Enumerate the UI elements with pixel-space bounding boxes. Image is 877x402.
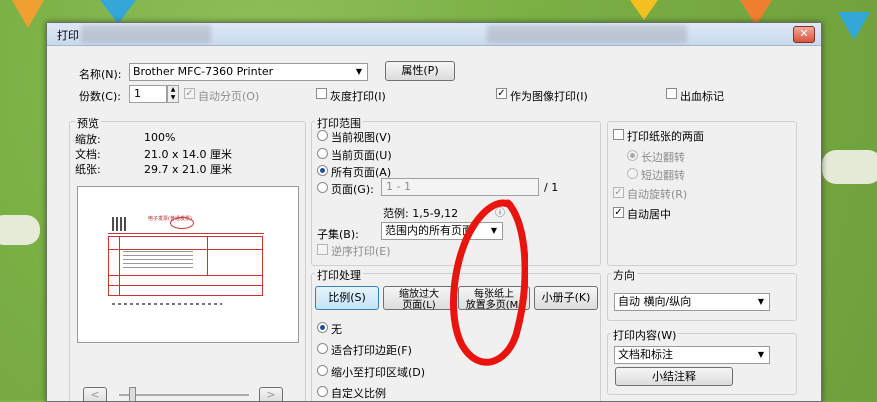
long-edge-radio[interactable] xyxy=(627,150,638,161)
document-size-label: 文档: xyxy=(75,148,101,161)
printer-name-label: 名称(N): xyxy=(79,68,122,81)
subset-label: 子集(B): xyxy=(317,228,359,241)
print-content-select-value: 文档和标注 xyxy=(618,348,673,361)
dialog-title: 打印 xyxy=(57,29,79,42)
invoice-footer-line xyxy=(112,303,222,305)
properties-button[interactable]: 属性(P) xyxy=(385,61,455,81)
pages-label: 页面(G): xyxy=(331,183,374,196)
bunting-flag xyxy=(12,0,44,28)
print-both-sides-label: 打印纸张的两面 xyxy=(627,130,704,143)
summarize-comments-button[interactable]: 小结注释 xyxy=(615,367,733,386)
document-size-value: 21.0 x 14.0 厘米 xyxy=(144,148,232,161)
collate-label: 自动分页(O) xyxy=(198,90,260,103)
print-dialog: 打印 ✕ 名称(N): Brother MFC-7360 Printer ▼ 属… xyxy=(46,22,822,402)
copies-input[interactable]: 1 xyxy=(129,85,167,103)
pages-total: / 1 xyxy=(544,181,559,194)
collate-checkbox[interactable]: ✓ xyxy=(184,88,195,99)
page-handling-title: 打印处理 xyxy=(315,267,363,283)
background-cloud xyxy=(0,215,40,245)
page-slider-track[interactable] xyxy=(119,394,249,396)
copies-value: 1 xyxy=(134,87,141,100)
print-as-image-label: 作为图像打印(I) xyxy=(510,90,588,103)
reverse-order-label: 逆序打印(E) xyxy=(331,245,391,258)
printer-select-value: Brother MFC-7360 Printer xyxy=(133,65,274,78)
invoice-header-line xyxy=(108,233,264,234)
bunting-flag xyxy=(630,0,658,20)
scale-none-label: 无 xyxy=(331,323,342,336)
page-preview: 电子发票(普通发票) xyxy=(77,186,299,343)
paper-size-label: 纸张: xyxy=(75,163,101,176)
pages-input[interactable]: 1 - 1 xyxy=(381,178,539,196)
orientation-select[interactable]: 自动 横向/纵向 ▼ xyxy=(614,293,770,311)
auto-center-checkbox[interactable]: ✓ xyxy=(613,207,624,218)
shrink-to-area-radio[interactable] xyxy=(317,365,328,376)
title-bar: 打印 ✕ xyxy=(47,23,821,46)
custom-scale-label: 自定义比例 xyxy=(331,387,386,400)
chevron-down-icon: ▼ xyxy=(757,350,765,359)
auto-center-label: 自动居中 xyxy=(627,208,671,221)
invoice-table xyxy=(108,236,263,296)
fit-margins-label: 适合打印边距(F) xyxy=(331,344,412,357)
print-content-select[interactable]: 文档和标注 ▼ xyxy=(614,346,770,364)
bunting-flag xyxy=(838,12,870,40)
printer-select[interactable]: Brother MFC-7360 Printer ▼ xyxy=(129,63,368,81)
tab-scale[interactable]: 比例(S) xyxy=(315,286,379,310)
title-blur xyxy=(487,25,687,43)
preview-title: 预览 xyxy=(75,115,101,131)
shrink-to-area-label: 缩小至打印区域(D) xyxy=(331,366,426,379)
bleed-marks-checkbox[interactable] xyxy=(666,88,677,99)
red-annotation-stroke xyxy=(450,199,528,366)
orientation-select-value: 自动 横向/纵向 xyxy=(618,295,692,308)
chevron-down-icon: ▼ xyxy=(757,297,765,306)
grayscale-label: 灰度打印(I) xyxy=(330,90,386,103)
title-blur xyxy=(81,25,211,43)
current-page-label: 当前页面(U) xyxy=(331,149,392,162)
pages-radio[interactable] xyxy=(317,182,328,193)
paper-size-value: 29.7 x 21.0 厘米 xyxy=(144,163,232,176)
red-annotation-ellipse xyxy=(450,199,528,366)
scale-label: 缩放: xyxy=(75,133,101,146)
bleed-marks-label: 出血标记 xyxy=(680,90,724,103)
current-view-label: 当前视图(V) xyxy=(331,131,392,144)
copies-label: 份数(C): xyxy=(79,90,121,103)
invoice-seal xyxy=(170,217,194,229)
current-page-radio[interactable] xyxy=(317,148,328,159)
tab-booklet[interactable]: 小册子(K) xyxy=(534,286,598,310)
fit-margins-radio[interactable] xyxy=(317,343,328,354)
background-cloud xyxy=(822,150,877,184)
custom-scale-radio[interactable] xyxy=(317,386,328,397)
short-edge-label: 短边翻转 xyxy=(641,169,685,182)
preview-document: 电子发票(普通发票) xyxy=(108,215,268,320)
bunting-flag xyxy=(100,0,136,24)
long-edge-label: 长边翻转 xyxy=(641,151,685,164)
short-edge-radio[interactable] xyxy=(627,168,638,179)
qr-code-image xyxy=(112,217,126,231)
pages-input-value: 1 - 1 xyxy=(386,180,411,193)
close-button[interactable]: ✕ xyxy=(793,26,815,43)
reverse-order-checkbox[interactable] xyxy=(317,244,328,255)
copies-spinner[interactable]: ▲ ▼ xyxy=(167,85,179,103)
auto-rotate-checkbox[interactable]: ✓ xyxy=(613,187,624,198)
tab-shrink-oversized[interactable]: 缩放过大 页面(L) xyxy=(383,286,455,311)
orientation-title: 方向 xyxy=(611,267,637,283)
scale-none-radio[interactable] xyxy=(317,322,328,333)
range-example: 范例: 1,5-9,12 xyxy=(383,207,459,220)
auto-rotate-label: 自动旋转(R) xyxy=(627,188,688,201)
print-both-sides-checkbox[interactable] xyxy=(613,129,624,140)
print-content-title: 打印内容(W) xyxy=(611,327,679,343)
print-as-image-checkbox[interactable]: ✓ xyxy=(496,88,507,99)
grayscale-checkbox[interactable] xyxy=(316,88,327,99)
chevron-down-icon: ▼ xyxy=(355,67,363,76)
all-pages-radio[interactable] xyxy=(317,165,328,176)
current-view-radio[interactable] xyxy=(317,130,328,141)
scale-value: 100% xyxy=(144,131,176,144)
